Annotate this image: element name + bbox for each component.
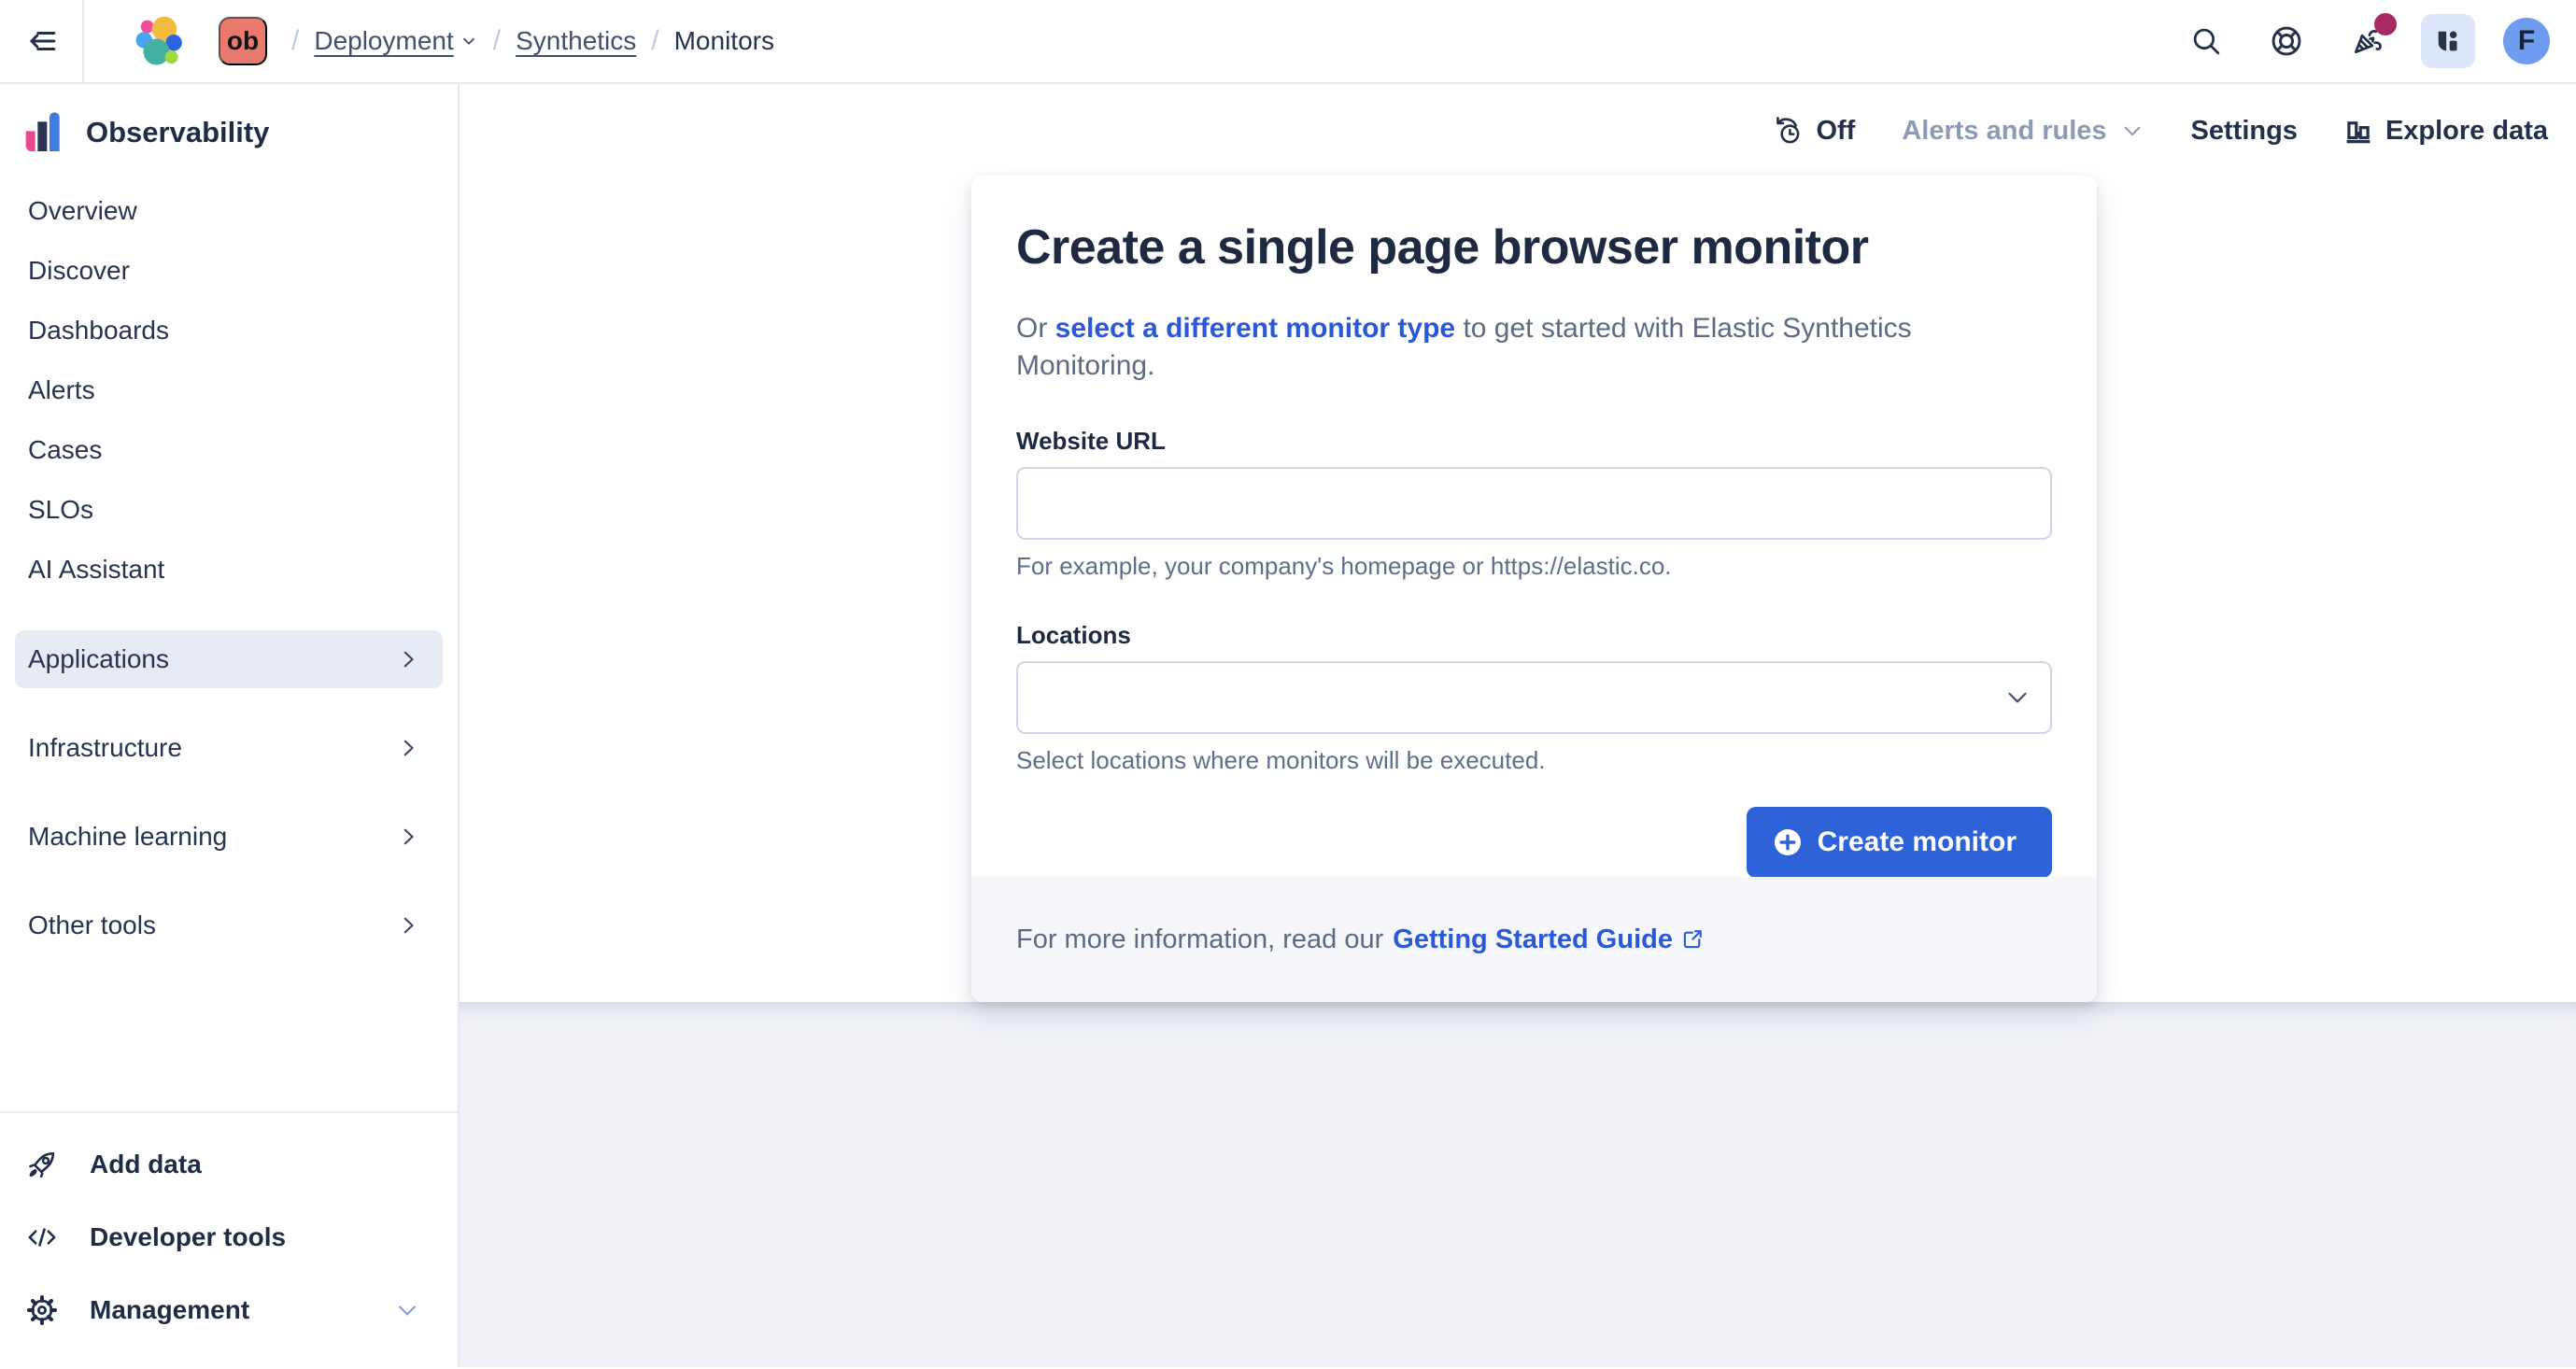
chevron-right-icon xyxy=(396,913,420,938)
user-avatar[interactable]: F xyxy=(2503,18,2550,64)
website-url-input[interactable] xyxy=(1016,467,2052,540)
getting-started-guide-link[interactable]: Getting Started Guide xyxy=(1393,924,1705,955)
brand-area: ob xyxy=(133,15,267,67)
news-button[interactable] xyxy=(2341,15,2393,67)
sidebar-item-ai-assistant[interactable]: AI Assistant xyxy=(15,540,443,600)
gear-icon xyxy=(26,1294,58,1326)
locations-label: Locations xyxy=(1016,620,2052,650)
website-url-row: Website URL For example, your company's … xyxy=(1016,426,2052,581)
card-footer: For more information, read our Getting S… xyxy=(971,877,2097,1002)
locations-select[interactable] xyxy=(1016,661,2052,734)
breadcrumb-synthetics[interactable]: Synthetics xyxy=(516,26,636,56)
chevron-down-icon xyxy=(2120,119,2144,143)
elastic-logo xyxy=(133,15,185,67)
locations-row: Locations Select locations where monitor… xyxy=(1016,620,2052,775)
breadcrumb-separator: / xyxy=(291,25,299,57)
breadcrumb-deployment[interactable]: Deployment xyxy=(314,26,477,56)
sidebar-item-infrastructure[interactable]: Infrastructure xyxy=(15,719,443,777)
search-button[interactable] xyxy=(2180,15,2232,67)
locations-help: Select locations where monitors will be … xyxy=(1016,745,2052,775)
sidebar-item-other-tools[interactable]: Other tools xyxy=(15,896,443,954)
explore-data-button[interactable]: Explore data xyxy=(2344,116,2548,147)
apps-menu-button[interactable] xyxy=(2421,14,2475,68)
alerts-and-rules-button[interactable]: Alerts and rules xyxy=(1902,116,2144,147)
chevron-right-icon xyxy=(396,647,420,671)
project-badge[interactable]: ob xyxy=(219,17,267,65)
menu-left-icon xyxy=(25,25,57,57)
rocket-icon xyxy=(26,1149,58,1180)
sidebar-item-developer-tools[interactable]: Developer tools xyxy=(15,1201,443,1274)
sidebar-item-slos[interactable]: SLOs xyxy=(15,480,443,540)
sidebar: Observability Overview Discover Dashboar… xyxy=(0,84,460,1367)
external-link-icon xyxy=(1680,927,1705,952)
create-monitor-button[interactable]: Create monitor xyxy=(1747,807,2052,877)
breadcrumb-separator: / xyxy=(651,25,658,57)
sidebar-item-alerts[interactable]: Alerts xyxy=(15,360,443,420)
page-title: Create a single page browser monitor xyxy=(1016,219,2052,276)
sidebar-item-machine-learning[interactable]: Machine learning xyxy=(15,808,443,866)
sidebar-item-add-data[interactable]: Add data xyxy=(15,1128,443,1201)
app-launcher-icon xyxy=(2434,27,2462,55)
breadcrumb-separator: / xyxy=(493,25,501,57)
top-navigation-bar: ob / Deployment / Synthetics / Monitors xyxy=(0,0,2576,84)
sidebar-item-applications[interactable]: Applications xyxy=(15,630,443,688)
breadcrumb-monitors: Monitors xyxy=(674,26,774,56)
sidebar-item-dashboards[interactable]: Dashboards xyxy=(15,301,443,360)
plus-circle-icon xyxy=(1773,827,1803,857)
sidebar-item-cases[interactable]: Cases xyxy=(15,420,443,480)
header-actions: F xyxy=(2180,14,2576,68)
page-toolbar: Off Alerts and rules Settings xyxy=(1771,84,2576,177)
collapse-nav-button[interactable] xyxy=(0,0,84,82)
website-url-help: For example, your company's homepage or … xyxy=(1016,551,2052,581)
chevron-right-icon xyxy=(396,736,420,760)
create-monitor-card: Create a single page browser monitor Or … xyxy=(971,176,2097,1002)
sidebar-item-overview[interactable]: Overview xyxy=(15,181,443,241)
chevron-down-icon xyxy=(2003,684,2031,712)
sidebar-footer: Add data Developer tools xyxy=(0,1111,458,1367)
chevron-down-icon xyxy=(460,32,478,50)
help-button[interactable] xyxy=(2260,15,2313,67)
create-monitor-form: Create a single page browser monitor Or … xyxy=(971,176,2097,877)
page-background-lower xyxy=(460,1002,2576,1367)
notification-dot xyxy=(2374,13,2397,35)
main-content: Off Alerts and rules Settings xyxy=(460,84,2576,1367)
app-window: ob / Deployment / Synthetics / Monitors xyxy=(0,0,2576,1369)
sidebar-item-discover[interactable]: Discover xyxy=(15,241,443,301)
help-icon xyxy=(2270,24,2303,58)
time-refresh-icon xyxy=(1771,115,1803,147)
bar-chart-icon xyxy=(2344,117,2372,145)
settings-button[interactable]: Settings xyxy=(2191,116,2298,147)
auto-refresh-button[interactable]: Off xyxy=(1771,115,1855,147)
observability-logo xyxy=(24,112,62,153)
sidebar-header: Observability xyxy=(0,84,458,153)
subtitle: Or select a different monitor type to ge… xyxy=(1016,310,2052,385)
code-icon xyxy=(26,1221,58,1253)
sidebar-nav: Overview Discover Dashboards Alerts Case… xyxy=(0,181,458,954)
chevron-down-icon xyxy=(394,1297,420,1323)
search-icon xyxy=(2190,25,2222,57)
website-url-label: Website URL xyxy=(1016,426,2052,456)
sidebar-item-management[interactable]: Management xyxy=(15,1274,443,1347)
sidebar-title: Observability xyxy=(86,116,269,149)
select-different-monitor-type-link[interactable]: select a different monitor type xyxy=(1055,313,1455,344)
chevron-right-icon xyxy=(396,825,420,849)
breadcrumb: / Deployment / Synthetics / Monitors xyxy=(291,25,774,57)
